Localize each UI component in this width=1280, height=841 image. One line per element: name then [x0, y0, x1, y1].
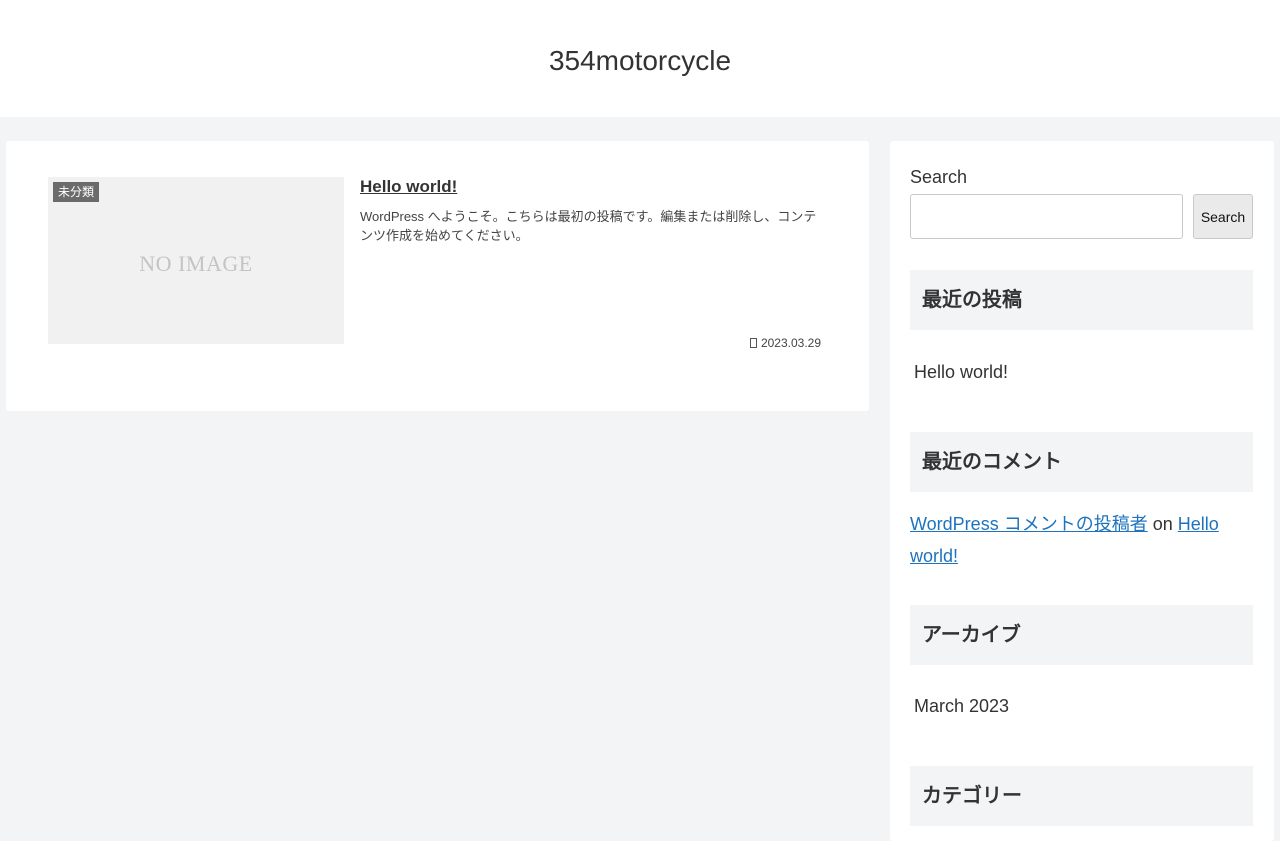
archives-heading: アーカイブ [910, 605, 1253, 665]
recent-post-link[interactable]: Hello world! [914, 362, 1008, 383]
no-image-placeholder: NO IMAGE [139, 251, 253, 276]
sidebar: Search Search 最近の投稿 Hello world! 最近のコメント… [890, 141, 1274, 841]
search-label: Search [910, 167, 968, 187]
post-snippet: WordPress へようこそ。こちらは最初の投稿です。編集または削除し、コンテ… [360, 209, 817, 243]
clock-icon [749, 338, 757, 348]
post-date: 2023.03.29 [749, 336, 821, 350]
recent-comments-heading: 最近のコメント [910, 432, 1253, 492]
recent-comment-item: WordPress コメントの投稿者 on Hello world! [910, 508, 1240, 572]
categories-heading: カテゴリー [910, 766, 1253, 826]
site-title-link[interactable]: 354motorcycle [0, 44, 1280, 78]
comment-connector: on [1152, 514, 1173, 534]
comment-author-link[interactable]: WordPress コメントの投稿者 [910, 514, 1148, 534]
post-title-link[interactable]: Hello world! [360, 177, 457, 197]
category-badge: 未分類 [53, 182, 100, 202]
search-input[interactable] [910, 194, 1183, 239]
recent-posts-heading: 最近の投稿 [910, 270, 1253, 330]
archive-link[interactable]: March 2023 [914, 696, 1009, 717]
post-card: NO IMAGE 未分類 Hello world! WordPress へようこ… [6, 141, 869, 411]
post-date-text: 2023.03.29 [760, 336, 821, 350]
search-button[interactable]: Search [1193, 194, 1253, 239]
site-header: 354motorcycle [0, 0, 1280, 117]
post-thumbnail[interactable]: NO IMAGE 未分類 [48, 177, 344, 344]
